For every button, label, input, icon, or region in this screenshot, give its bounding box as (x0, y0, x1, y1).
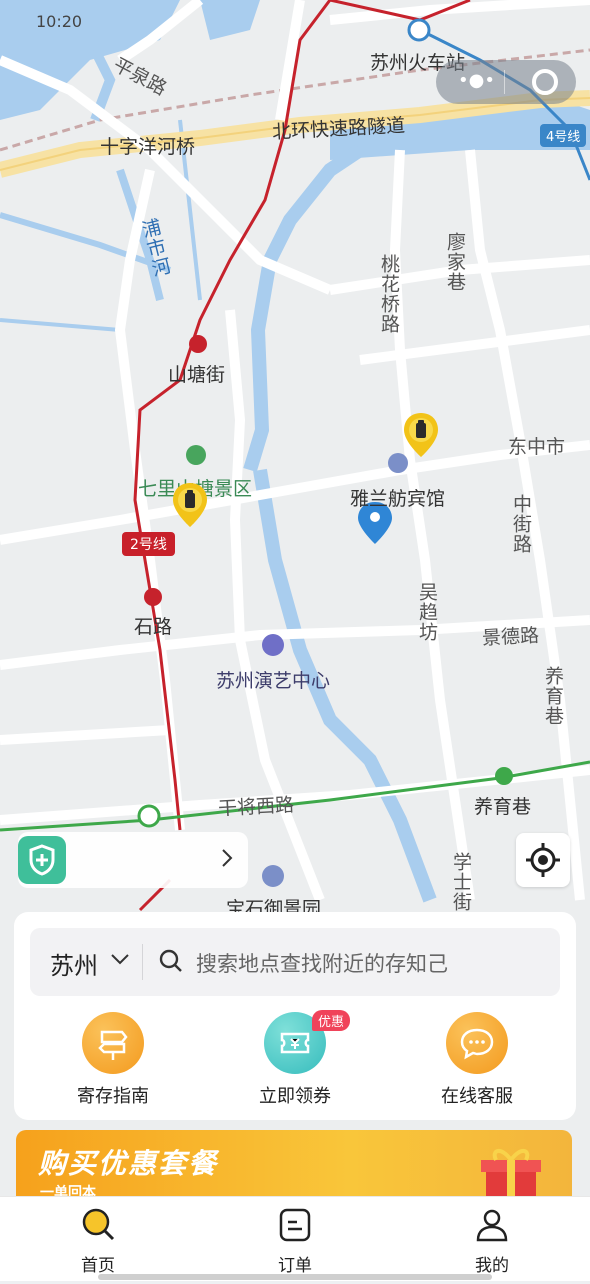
map-label-shizi-bridge: 十字洋河桥 (100, 136, 196, 158)
map-label-yangyu-lane-vertical: 养育巷 (542, 666, 564, 726)
tab-orders-label: 订单 (278, 1256, 312, 1276)
chevron-right-icon (222, 849, 233, 867)
insurance-card[interactable] (18, 832, 248, 888)
map-label-zhongjie-road: 中街路 (510, 494, 532, 554)
city-selector[interactable]: 苏州 (50, 946, 98, 981)
tab-orders[interactable]: 订单 (235, 1207, 355, 1276)
chat-bubble-icon (446, 1012, 508, 1074)
map-label-yangyu-lane: 养育巷 (474, 796, 532, 818)
map-label-dongzhong-market: 东中市 (508, 436, 566, 458)
storage-guide-label: 寄存指南 (77, 1086, 149, 1107)
storage-marker[interactable] (402, 412, 440, 458)
promo-badge: 优惠 (312, 1010, 351, 1031)
bottom-tab-bar: 首页 订单 我的 (0, 1196, 590, 1281)
shield-plus-icon (18, 836, 66, 884)
search-bar[interactable]: 苏州 搜索地点查找附近的存知己 (30, 928, 560, 996)
search-icon (159, 949, 182, 972)
get-coupon-button[interactable]: 优惠 立即领券 (220, 1010, 370, 1112)
capsule-divider (504, 70, 505, 94)
chevron-down-icon[interactable] (110, 952, 130, 966)
metro-line-4-badge: 4号线 (540, 124, 587, 147)
map-label-xueshi-street: 学士街 (450, 852, 472, 912)
crosshair-icon (526, 843, 560, 877)
tab-profile-label: 我的 (475, 1256, 509, 1276)
more-dots-icon[interactable]: •●• (458, 70, 495, 91)
map-label-performing-arts: 苏州演艺中心 (216, 670, 331, 692)
metro-line-2-badge: 2号线 (122, 532, 175, 556)
luggage-pin-icon (173, 483, 207, 527)
locate-me-button[interactable] (516, 833, 570, 887)
order-icon (279, 1208, 311, 1242)
map-label-jingde-road: 景德路 (481, 624, 540, 650)
search-panel: 苏州 搜索地点查找附近的存知己 寄存指南 优惠 立即领券 在线客服 (14, 912, 576, 1120)
banner-title: 购买优惠套餐 (38, 1147, 219, 1180)
map-label-shantang-street: 山塘街 (168, 364, 226, 386)
tab-home[interactable]: 首页 (38, 1207, 158, 1276)
profile-icon (476, 1209, 508, 1242)
luggage-pin-icon (404, 413, 438, 457)
get-coupon-label: 立即领券 (259, 1086, 331, 1107)
home-search-icon (82, 1208, 115, 1241)
map-label-taohuaqiao-road: 桃花桥路 (378, 254, 400, 334)
tab-profile[interactable]: 我的 (432, 1207, 552, 1276)
storage-guide-button[interactable]: 寄存指南 (38, 1012, 188, 1112)
status-time: 10:20 (36, 12, 83, 31)
signpost-icon (82, 1012, 144, 1074)
search-divider (142, 944, 143, 980)
map-label-liaojia-lane: 廖家巷 (444, 232, 466, 292)
online-service-button[interactable]: 在线客服 (402, 1012, 552, 1112)
home-indicator (98, 1274, 492, 1280)
map-label-ganjiang-west: 干将西路 (217, 794, 295, 820)
map-label-shilu: 石路 (134, 616, 173, 638)
map-label-wuqu-fang: 吴趋坊 (416, 582, 438, 642)
tab-home-label: 首页 (81, 1256, 115, 1276)
miniapp-capsule: •●• (436, 60, 576, 104)
online-service-label: 在线客服 (441, 1086, 513, 1107)
target-circle-icon[interactable] (532, 69, 558, 95)
status-bar: 10:20 (0, 8, 590, 38)
storage-marker[interactable] (171, 482, 209, 528)
search-input[interactable]: 搜索地点查找附近的存知己 (196, 948, 448, 978)
map-label-yalan-hotel: 雅兰舫宾馆 (350, 488, 446, 510)
